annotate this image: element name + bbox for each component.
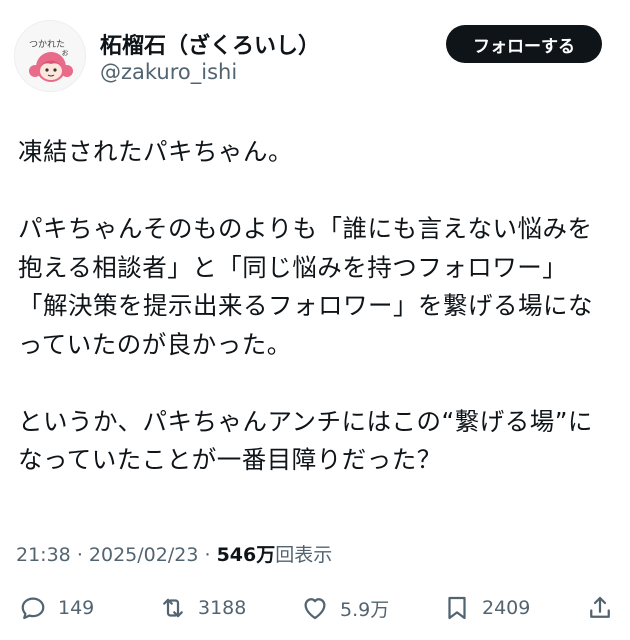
tweet-line: 凍結されたパキちゃん。: [18, 137, 293, 166]
bookmark-button[interactable]: 2409: [442, 590, 530, 626]
bookmark-icon: [448, 596, 466, 620]
repost-button[interactable]: 3188: [158, 590, 246, 626]
tweet-line: というか、パキちゃんアンチにはこの“繋げる場”に: [18, 406, 593, 436]
tweet-line: 抱える相談者」と「同じ悩みを持つフォロワー」: [18, 252, 568, 282]
tweet-text: 凍結されたパキちゃん。 パキちゃんそのものよりも「誰にも言えない悩みを 抱える相…: [18, 133, 618, 480]
meta-separator: ·: [204, 544, 211, 566]
views-label: 回表示: [275, 544, 333, 566]
tweet-time[interactable]: 21:38: [16, 544, 71, 566]
like-count: 5.9万: [340, 598, 390, 621]
display-name[interactable]: 柘榴石（ざくろいし）: [100, 28, 320, 60]
heart-icon: [304, 598, 326, 620]
meta-separator: ·: [76, 544, 83, 566]
like-button[interactable]: 5.9万: [300, 590, 389, 626]
repost-icon: [163, 598, 183, 618]
avatar[interactable]: つかれた ぉ: [14, 20, 86, 92]
tweet-meta: 21:38 · 2025/02/23 · 546万回表示: [16, 540, 332, 567]
user-handle[interactable]: @zakuro_ishi: [100, 60, 237, 84]
repost-count: 3188: [198, 597, 247, 619]
reply-button[interactable]: 149: [18, 590, 94, 626]
svg-text:ぉ: ぉ: [61, 48, 69, 57]
tweet-line: っていたのが良かった。: [18, 329, 292, 359]
reply-icon: [21, 597, 45, 620]
reply-count: 149: [58, 597, 95, 619]
tweet-line: パキちゃんそのものよりも「誰にも言えない悩みを: [18, 214, 593, 243]
share-button[interactable]: [585, 590, 615, 626]
tweet-date[interactable]: 2025/02/23: [89, 544, 199, 566]
views-count: 546万: [216, 544, 276, 566]
tweet-line: なっていたことが一番目障りだった？: [18, 445, 442, 474]
bookmark-count: 2409: [482, 597, 531, 619]
follow-button[interactable]: フォローする: [446, 25, 602, 63]
tweet-line: 「解決策を提示出来るフォロワー」を繋げる場にな: [18, 291, 593, 320]
tweet-card: つかれた ぉ 柘榴石（ざくろいし） @zakuro_ishi フォローする 凍結…: [0, 0, 630, 640]
share-icon: [590, 596, 610, 618]
avatar-illustration: つかれた ぉ: [29, 39, 73, 82]
svg-text:つかれた: つかれた: [29, 39, 65, 50]
